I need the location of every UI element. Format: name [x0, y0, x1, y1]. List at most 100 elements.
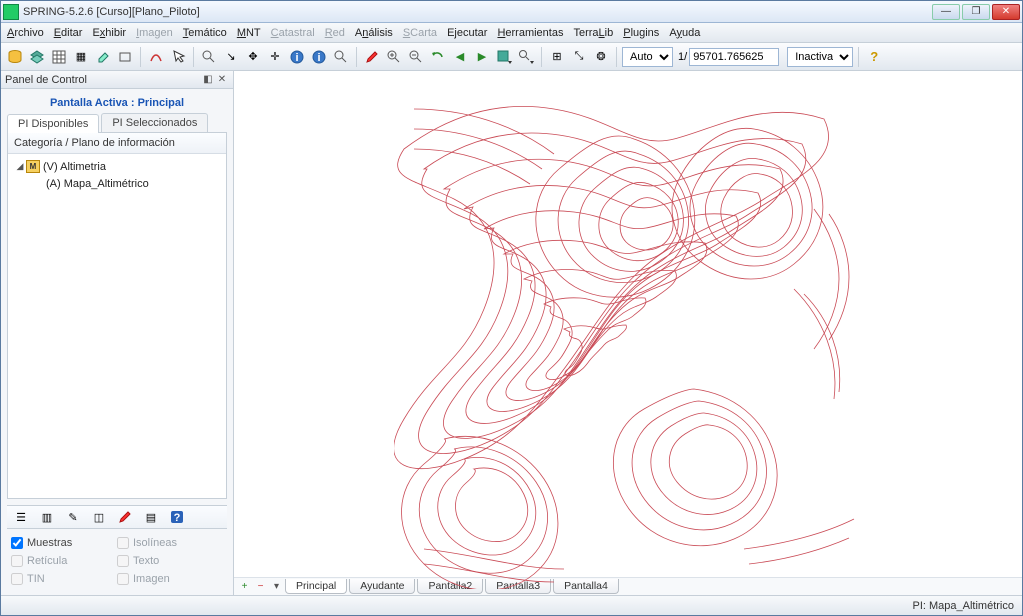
remove-page-icon[interactable]: −	[254, 580, 267, 593]
tree-header: Categoría / Plano de información	[8, 133, 226, 154]
panel-close-icon[interactable]: ✕	[215, 73, 229, 87]
tree-row-child[interactable]: (A) Mapa_Altimétrico	[10, 175, 224, 192]
chk-isolineas: Isolíneas	[117, 537, 223, 549]
wand-icon[interactable]: ✎	[63, 507, 83, 527]
measure-icon[interactable]: ⊞	[547, 47, 567, 67]
eraser-icon[interactable]	[93, 47, 113, 67]
category-m-icon: M	[26, 160, 40, 173]
chk-imagen: Imagen	[117, 573, 223, 585]
list-icon[interactable]: ☰	[11, 507, 31, 527]
menu-mnt[interactable]: MNT	[237, 27, 261, 39]
zoom-out-icon[interactable]	[406, 47, 426, 67]
draw-icon[interactable]	[146, 47, 166, 67]
scale-prefix: 1/	[678, 51, 687, 63]
tree-box: Categoría / Plano de información ◢ M (V)…	[7, 132, 227, 499]
menu-ayuda[interactable]: Ayuda	[669, 27, 700, 39]
control-panel: Panel de Control ◧ ✕ Pantalla Activa : P…	[1, 71, 234, 595]
separator	[541, 47, 542, 67]
undo-icon[interactable]	[428, 47, 448, 67]
prev-icon[interactable]: ◀	[450, 47, 470, 67]
zoom-icon[interactable]	[199, 47, 219, 67]
svg-text:i: i	[295, 52, 298, 64]
chart-icon[interactable]: ▥	[37, 507, 57, 527]
checkbox-group: Muestras Isolíneas Retícula Texto TIN Im…	[1, 529, 233, 595]
collapse-icon[interactable]: ◢	[14, 161, 26, 172]
toolbar: ▦ ↘ ✥ ✛ i i ◀ ▶ ⊞ ⤡ ❂ Auto 1/ Inactiva ?	[1, 43, 1022, 71]
zoom-drop-icon[interactable]	[516, 47, 536, 67]
panel-float-icon[interactable]: ◧	[201, 73, 215, 87]
status-right: PI: Mapa_Altimétrico	[913, 600, 1014, 612]
canvas-wrap: + − ▾ Principal Ayudante Pantalla2 Panta…	[234, 71, 1022, 595]
menu-herramientas[interactable]: Herramientas	[497, 27, 563, 39]
stats-icon[interactable]: ◫	[89, 507, 109, 527]
minimize-button[interactable]: —	[932, 4, 960, 20]
rect-icon[interactable]	[115, 47, 135, 67]
tree-child-label: (A) Mapa_Altimétrico	[46, 178, 149, 190]
separator	[858, 47, 859, 67]
menu-exhibir[interactable]: Exhibir	[92, 27, 126, 39]
titlebar: SPRING-5.2.6 [Curso][Plano_Piloto] — ❐ ✕	[1, 1, 1022, 23]
info-icon[interactable]: i	[287, 47, 307, 67]
gear-icon[interactable]: ❂	[591, 47, 611, 67]
tree-row-root[interactable]: ◢ M (V) Altimetria	[10, 158, 224, 175]
menu-plugins[interactable]: Plugins	[623, 27, 659, 39]
panel-title: Panel de Control	[5, 74, 201, 86]
zoom2-icon[interactable]	[331, 47, 351, 67]
menu-archivo[interactable]: Archivo	[7, 27, 44, 39]
help2-icon[interactable]: ?	[167, 507, 187, 527]
pen2-icon[interactable]	[115, 507, 135, 527]
state-select[interactable]: Inactiva	[787, 47, 853, 67]
add-page-icon[interactable]: +	[238, 580, 251, 593]
layers-icon[interactable]	[27, 47, 47, 67]
window-title: SPRING-5.2.6 [Curso][Plano_Piloto]	[23, 6, 932, 18]
menu-ejecutar[interactable]: Ejecutar	[447, 27, 487, 39]
pages-menu-icon[interactable]: ▾	[270, 580, 283, 593]
separator	[616, 47, 617, 67]
menu-analisis[interactable]: Análisis	[355, 27, 393, 39]
chk-muestras[interactable]: Muestras	[11, 537, 117, 549]
db-icon[interactable]	[5, 47, 25, 67]
calc-icon[interactable]: ▤	[141, 507, 161, 527]
select-arrow-icon[interactable]: ⤡	[569, 47, 589, 67]
close-button[interactable]: ✕	[992, 4, 1020, 20]
move-icon[interactable]: ✥	[243, 47, 263, 67]
panel-toolbar: ☰ ▥ ✎ ◫ ▤ ?	[7, 505, 227, 529]
panel-header: Panel de Control ◧ ✕	[1, 71, 233, 89]
app-icon	[3, 4, 19, 20]
menubar: Archivo Editar Exhibir Imagen Temático M…	[1, 23, 1022, 43]
menu-catastral: Catastral	[271, 27, 315, 39]
chk-tin: TIN	[11, 573, 117, 585]
zoom-in-icon[interactable]	[384, 47, 404, 67]
pointer-icon[interactable]	[168, 47, 188, 67]
grid-icon[interactable]: ▦	[71, 47, 91, 67]
help-icon[interactable]: ?	[864, 47, 884, 67]
svg-text:i: i	[317, 52, 320, 64]
menu-terralib[interactable]: TerraLib	[573, 27, 613, 39]
maximize-button[interactable]: ❐	[962, 4, 990, 20]
pencil-icon[interactable]	[362, 47, 382, 67]
menu-editar[interactable]: Editar	[54, 27, 83, 39]
btab-principal[interactable]: Principal	[285, 579, 347, 594]
mode-select[interactable]: Auto	[622, 47, 673, 67]
info2-icon[interactable]: i	[309, 47, 329, 67]
menu-tematico[interactable]: Temático	[183, 27, 227, 39]
select-down-icon[interactable]: ↘	[221, 47, 241, 67]
separator	[356, 47, 357, 67]
next-icon[interactable]: ▶	[472, 47, 492, 67]
separator	[140, 47, 141, 67]
contour-map	[394, 89, 864, 589]
layer-drop-icon[interactable]	[494, 47, 514, 67]
menu-scarta: SCarta	[403, 27, 437, 39]
tree-root-label: (V) Altimetria	[43, 161, 106, 173]
active-screen-label: Pantalla Activa : Principal	[1, 89, 233, 113]
table-icon[interactable]	[49, 47, 69, 67]
tab-pi-disponibles[interactable]: PI Disponibles	[7, 114, 99, 133]
tab-pi-seleccionados[interactable]: PI Seleccionados	[101, 113, 208, 132]
scale-input[interactable]	[689, 48, 779, 66]
separator	[193, 47, 194, 67]
chk-texto: Texto	[117, 555, 223, 567]
crosshair-icon[interactable]: ✛	[265, 47, 285, 67]
svg-text:?: ?	[174, 512, 181, 524]
menu-imagen: Imagen	[136, 27, 173, 39]
map-canvas[interactable]	[234, 71, 1022, 577]
